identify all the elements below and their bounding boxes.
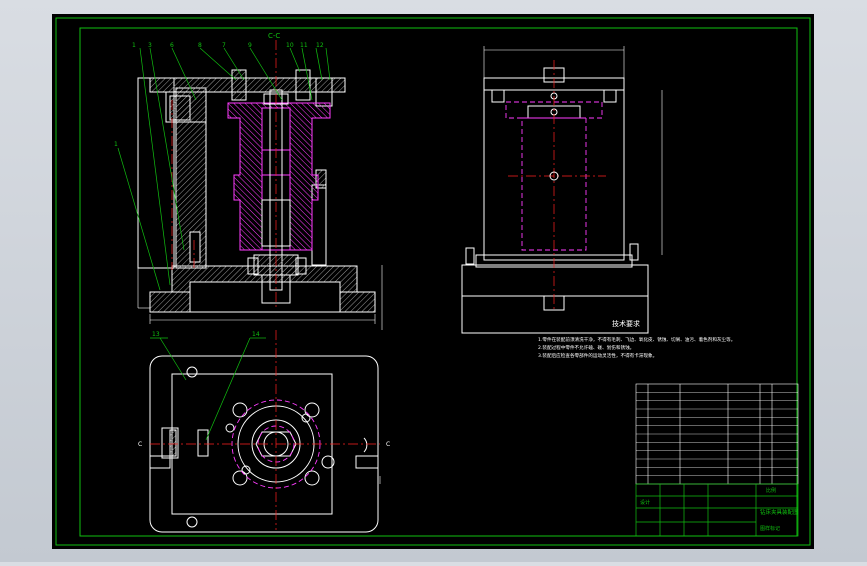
balloon-14: 14: [252, 331, 260, 338]
balloon-12: 12: [316, 42, 324, 49]
balloon-13: 13: [152, 331, 160, 338]
cad-viewport[interactable]: 1 3 6 8 7 9 10 11 12 1 C-C 13 14 C C 技术要…: [0, 0, 867, 562]
drawing-title: 钻床夹具装配图: [760, 508, 799, 516]
balloon-left: 1: [114, 141, 118, 148]
balloon-6: 6: [170, 42, 174, 49]
title-sheet: 图样标记: [760, 525, 780, 532]
assembly-drawing: 1 3 6 8 7 9 10 11 12 1 C-C 13 14 C C 技术要…: [52, 14, 814, 549]
tech-heading: 技术要求: [612, 319, 640, 328]
title-material: 比例: [766, 487, 776, 494]
tech-line-2: 2.装配过程中零件不允许磕、碰、划伤和锈蚀。: [538, 344, 634, 351]
title-company: 设计: [640, 499, 650, 506]
balloon-1: 1: [132, 42, 136, 49]
tech-line-3: 3.装配后应检查各零部件的运动灵活性，不得有卡滞现象。: [538, 352, 657, 359]
balloon-7: 7: [222, 42, 226, 49]
balloon-10: 10: [286, 42, 294, 49]
balloon-3: 3: [148, 42, 152, 49]
balloon-11: 11: [300, 42, 308, 49]
section-marker-right: C: [386, 441, 390, 448]
tech-line-1: 1.零件在装配前须清洗干净，不得有毛刺、飞边、氧化皮、锈蚀、切屑、油污、着色剂和…: [538, 336, 735, 343]
section-label: C-C: [268, 32, 280, 40]
balloon-8: 8: [198, 42, 202, 49]
section-marker-left: C: [138, 441, 142, 448]
balloon-9: 9: [248, 42, 252, 49]
